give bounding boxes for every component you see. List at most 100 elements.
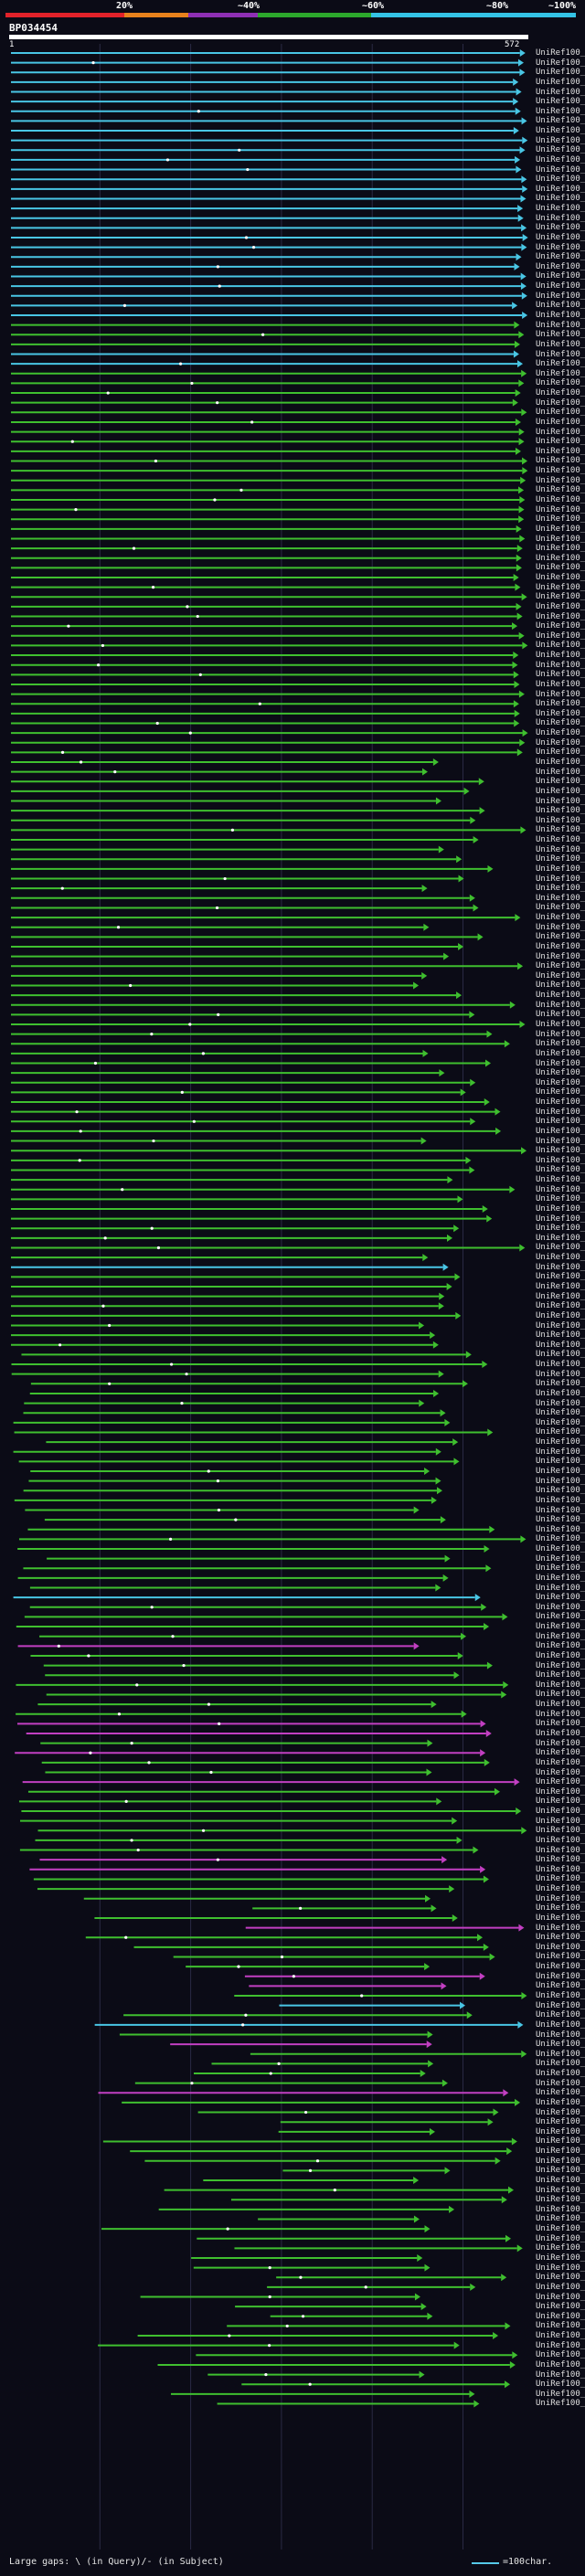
hit-arrowhead (516, 253, 522, 261)
hit-arrowhead (436, 1487, 442, 1495)
hit-arrowhead (485, 1059, 492, 1067)
hit-arrowhead (457, 1195, 463, 1203)
hit-arrowhead (520, 1535, 526, 1543)
hit-arrowhead (438, 1302, 444, 1310)
hit-arrowhead (421, 768, 428, 776)
hit-arrowhead (517, 214, 524, 222)
gap-marker (364, 2285, 367, 2289)
gap-marker (250, 420, 254, 424)
gap-marker (70, 440, 74, 443)
hit-arrowhead (512, 661, 518, 669)
gap-marker (216, 1479, 220, 1483)
gap-marker (230, 828, 235, 832)
hit-arrowhead (420, 2303, 427, 2311)
hit-arrowhead (474, 1594, 481, 1602)
hit-arrowhead (520, 195, 526, 203)
hit-arrowhead (519, 1244, 526, 1252)
hit-arrowhead (427, 2030, 433, 2039)
hit-arrowhead (514, 340, 520, 348)
gaps-legend: Large gaps: \ (in Query)/- (in Subject) (9, 2557, 224, 2567)
hit-arrowhead (424, 2225, 431, 2233)
hit-arrowhead (516, 554, 522, 562)
gap-marker (117, 1712, 122, 1716)
gap-marker (124, 1799, 128, 1803)
hit-arrowhead (426, 2041, 432, 2049)
hit-arrowhead (516, 602, 522, 610)
gap-marker (150, 1033, 154, 1036)
hit-arrowhead (512, 2351, 518, 2359)
hit-arrowhead (438, 1370, 444, 1378)
gap-marker (213, 498, 217, 502)
gap-marker (97, 663, 101, 667)
hit-arrowhead (521, 117, 527, 125)
gap-marker (258, 702, 261, 705)
hit-arrowhead (413, 2215, 420, 2223)
hit-arrowhead (477, 1934, 484, 1942)
hit-arrowhead (518, 438, 525, 446)
gap-marker (360, 1994, 364, 1998)
hit-arrowhead (516, 612, 523, 620)
hit-arrowhead (518, 486, 525, 494)
hit-arrowhead (479, 807, 485, 815)
hit-arrowhead (447, 1176, 453, 1184)
gap-marker (152, 1139, 155, 1143)
hit-arrowhead (518, 428, 525, 436)
hit-arrowhead (522, 233, 528, 241)
gap-marker (58, 1343, 62, 1347)
gap-marker (101, 1304, 105, 1308)
hit-arrowhead (427, 2312, 433, 2320)
hit-arrowhead (503, 1680, 509, 1689)
hit-arrowhead (417, 2254, 423, 2263)
gap-marker (60, 886, 64, 890)
hit-arrowhead (426, 1768, 432, 1776)
gap-marker (150, 1606, 154, 1609)
gap-marker (124, 1935, 128, 1939)
gap-marker (209, 1770, 213, 1775)
hit-arrowhead (435, 797, 441, 805)
hit-arrowhead (413, 1642, 420, 1650)
gap-marker (122, 303, 127, 307)
gap-marker (261, 333, 265, 336)
hit-arrowhead (441, 2079, 448, 2087)
hit-arrowhead (509, 1185, 516, 1193)
gap-marker (156, 1246, 161, 1250)
hit-arrowhead (449, 1885, 455, 1893)
hit-arrowhead (413, 981, 420, 990)
hit-arrowhead (454, 1273, 461, 1281)
hit-arrowhead (419, 1321, 425, 1330)
hit-arrowhead (446, 1234, 452, 1242)
hit-arrowhead (515, 107, 521, 115)
hit-arrowhead (473, 1846, 479, 1854)
hit-arrowhead (521, 1992, 527, 1999)
gap-marker (57, 1644, 60, 1648)
hit-arrowhead (520, 282, 526, 291)
hit-arrowhead (452, 1817, 458, 1825)
hit-arrowhead (420, 1137, 427, 1145)
hit-arrowhead (452, 1438, 459, 1447)
hit-arrowhead (518, 331, 525, 339)
hit-arrowhead (509, 2360, 516, 2369)
hit-arrowhead (518, 515, 525, 524)
gap-marker (299, 2275, 303, 2279)
hit-arrowhead (466, 2011, 473, 2019)
hit-arrowhead (494, 1787, 500, 1796)
hit-arrowhead (470, 1118, 476, 1126)
hit-arrowhead (516, 525, 522, 533)
hit-arrowhead (509, 1001, 516, 1009)
gap-marker (67, 624, 70, 628)
gap-marker (197, 110, 200, 113)
hit-arrowhead (512, 622, 518, 631)
hit-arrowhead (457, 1651, 463, 1659)
hit-arrowhead (477, 933, 484, 941)
hit-arrowhead (515, 2098, 521, 2106)
gap-marker (244, 2013, 248, 2017)
hit-arrowhead (486, 1030, 493, 1038)
gap-marker (218, 284, 221, 288)
gap-marker (165, 158, 170, 162)
gap-marker (226, 2227, 229, 2231)
hit-arrowhead (462, 1380, 468, 1388)
hit-arrowhead (489, 1953, 495, 1961)
gap-marker (190, 2082, 194, 2085)
hit-arrowhead (453, 1224, 460, 1233)
hit-arrowhead (440, 1516, 446, 1524)
